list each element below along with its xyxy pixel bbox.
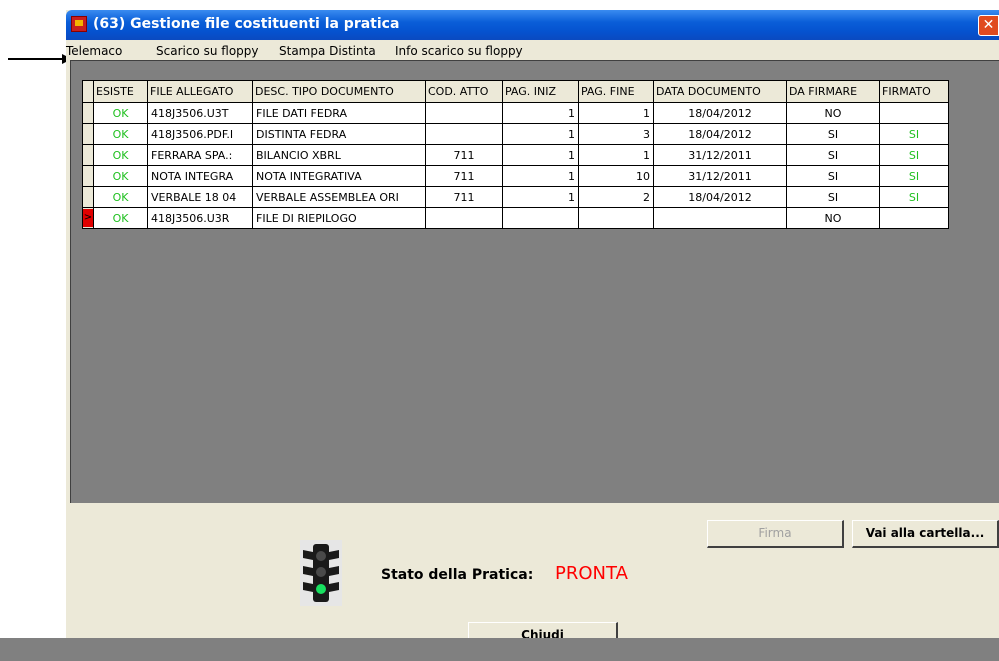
cell-data[interactable] [653, 207, 787, 229]
cell-data[interactable]: 31/12/2011 [653, 144, 787, 166]
cell-esiste[interactable]: OK [93, 207, 148, 229]
col-pag-fine[interactable]: PAG. FINE [578, 80, 654, 103]
stato-pratica-value: PRONTA [555, 563, 628, 584]
files-grid: ESISTE FILE ALLEGATO DESC. TIPO DOCUMENT… [82, 80, 949, 229]
cell-firmato[interactable]: SI [879, 123, 949, 145]
row-selector-header [82, 80, 94, 103]
cell-da-firmare[interactable]: SI [786, 123, 880, 145]
cell-pag-fine[interactable]: 1 [578, 144, 654, 166]
current-row-indicator: > [83, 209, 93, 227]
cell-data[interactable]: 31/12/2011 [653, 165, 787, 187]
cell-da-firmare[interactable]: SI [786, 186, 880, 208]
cell-file[interactable]: NOTA INTEGRA [147, 165, 253, 187]
col-file-allegato[interactable]: FILE ALLEGATO [147, 80, 253, 103]
table-row[interactable]: > OK 418J3506.U3R FILE DI RIEPILOGO NO [82, 207, 949, 229]
menu-info-scarico[interactable]: Info scarico su floppy [395, 44, 523, 58]
cell-da-firmare[interactable]: NO [786, 207, 880, 229]
cell-pag-fine[interactable]: 10 [578, 165, 654, 187]
cell-cod[interactable]: 711 [425, 144, 503, 166]
cell-firmato[interactable]: SI [879, 165, 949, 187]
table-row[interactable]: OK FERRARA SPA.: BILANCIO XBRL 711 1 1 3… [82, 144, 949, 166]
bottom-panel: Firma Vai alla cartella... Stato della P… [66, 503, 999, 658]
cell-pag-iniz[interactable]: 1 [502, 102, 579, 124]
cell-esiste[interactable]: OK [93, 165, 148, 187]
cell-cod[interactable] [425, 207, 503, 229]
cell-pag-fine[interactable] [578, 207, 654, 229]
col-da-firmare[interactable]: DA FIRMARE [786, 80, 880, 103]
cell-da-firmare[interactable]: SI [786, 165, 880, 187]
cell-desc[interactable]: VERBALE ASSEMBLEA ORI [252, 186, 426, 208]
cell-desc[interactable]: FILE DI RIEPILOGO [252, 207, 426, 229]
cell-esiste[interactable]: OK [93, 144, 148, 166]
table-row[interactable]: OK NOTA INTEGRA NOTA INTEGRATIVA 711 1 1… [82, 165, 949, 187]
cell-pag-fine[interactable]: 3 [578, 123, 654, 145]
taskbar-strip [0, 638, 999, 661]
row-selector[interactable] [82, 186, 94, 208]
window: (63) Gestione file costituenti la pratic… [66, 10, 999, 658]
menu-telemaco[interactable]: Telemaco [66, 44, 122, 58]
cell-file[interactable]: FERRARA SPA.: [147, 144, 253, 166]
table-header-row: ESISTE FILE ALLEGATO DESC. TIPO DOCUMENT… [82, 80, 949, 103]
stato-pratica-label: Stato della Pratica: [381, 567, 534, 583]
cell-file[interactable]: 418J3506.U3R [147, 207, 253, 229]
cell-cod[interactable]: 711 [425, 165, 503, 187]
cell-data[interactable]: 18/04/2012 [653, 102, 787, 124]
cell-pag-fine[interactable]: 2 [578, 186, 654, 208]
annotation-arrow-line [8, 58, 64, 60]
firma-button[interactable]: Firma [707, 520, 844, 548]
cell-desc[interactable]: DISTINTA FEDRA [252, 123, 426, 145]
menu-scarico-floppy[interactable]: Scarico su floppy [156, 44, 259, 58]
col-esiste[interactable]: ESISTE [93, 80, 148, 103]
cell-firmato[interactable] [879, 102, 949, 124]
cell-data[interactable]: 18/04/2012 [653, 186, 787, 208]
row-selector[interactable] [82, 144, 94, 166]
cell-cod[interactable] [425, 123, 503, 145]
vai-alla-cartella-button[interactable]: Vai alla cartella... [852, 520, 999, 548]
cell-da-firmare[interactable]: SI [786, 144, 880, 166]
cell-pag-iniz[interactable]: 1 [502, 123, 579, 145]
traffic-light-icon [300, 540, 342, 606]
row-selector[interactable] [82, 102, 94, 124]
cell-file[interactable]: 418J3506.PDF.I [147, 123, 253, 145]
cell-firmato[interactable]: SI [879, 144, 949, 166]
cell-cod[interactable]: 711 [425, 186, 503, 208]
cell-firmato[interactable] [879, 207, 949, 229]
app-icon [71, 16, 87, 32]
cell-da-firmare[interactable]: NO [786, 102, 880, 124]
menu-stampa-distinta[interactable]: Stampa Distinta [279, 44, 376, 58]
title-bar[interactable]: (63) Gestione file costituenti la pratic… [66, 10, 999, 40]
row-selector[interactable] [82, 123, 94, 145]
col-cod-atto[interactable]: COD. ATTO [425, 80, 503, 103]
col-data-documento[interactable]: DATA DOCUMENTO [653, 80, 787, 103]
row-selector[interactable] [82, 165, 94, 187]
row-selector-current[interactable]: > [82, 207, 94, 229]
menu-bar: Telemaco Scarico su floppy Stampa Distin… [66, 40, 999, 60]
table-row[interactable]: OK 418J3506.U3T FILE DATI FEDRA 1 1 18/0… [82, 102, 949, 124]
close-button[interactable]: ✕ [978, 15, 999, 36]
cell-esiste[interactable]: OK [93, 123, 148, 145]
col-firmato[interactable]: FIRMATO [879, 80, 949, 103]
cell-esiste[interactable]: OK [93, 102, 148, 124]
cell-desc[interactable]: FILE DATI FEDRA [252, 102, 426, 124]
cell-pag-iniz[interactable]: 1 [502, 186, 579, 208]
table-row[interactable]: OK VERBALE 18 04 VERBALE ASSEMBLEA ORI 7… [82, 186, 949, 208]
cell-data[interactable]: 18/04/2012 [653, 123, 787, 145]
cell-pag-iniz[interactable]: 1 [502, 144, 579, 166]
cell-file[interactable]: 418J3506.U3T [147, 102, 253, 124]
cell-desc[interactable]: NOTA INTEGRATIVA [252, 165, 426, 187]
cell-file[interactable]: VERBALE 18 04 [147, 186, 253, 208]
cell-firmato[interactable]: SI [879, 186, 949, 208]
cell-pag-fine[interactable]: 1 [578, 102, 654, 124]
cell-pag-iniz[interactable] [502, 207, 579, 229]
window-title: (63) Gestione file costituenti la pratic… [93, 16, 400, 32]
cell-cod[interactable] [425, 102, 503, 124]
col-desc-tipo[interactable]: DESC. TIPO DOCUMENTO [252, 80, 426, 103]
cell-esiste[interactable]: OK [93, 186, 148, 208]
grid-area: ESISTE FILE ALLEGATO DESC. TIPO DOCUMENT… [70, 60, 999, 504]
table-row[interactable]: OK 418J3506.PDF.I DISTINTA FEDRA 1 3 18/… [82, 123, 949, 145]
cell-desc[interactable]: BILANCIO XBRL [252, 144, 426, 166]
cell-pag-iniz[interactable]: 1 [502, 165, 579, 187]
col-pag-iniz[interactable]: PAG. INIZ [502, 80, 579, 103]
